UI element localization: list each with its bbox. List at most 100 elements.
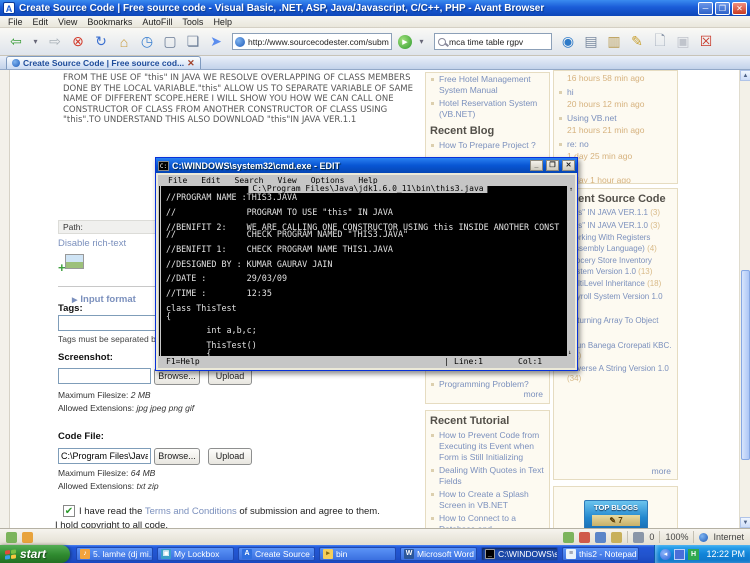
hamachi-tray-icon[interactable]: H (688, 549, 699, 560)
search-input[interactable] (449, 37, 548, 47)
fill-form-icon[interactable]: ▤ (581, 32, 601, 52)
browser-toolbar: ⇦ ▾ ⇨ ⊗ ↻ ⌂ ◷ ▢ ❏ ➤ ▶ ▾ ◉ ▤ ▥ ✎ 🗋 (0, 28, 750, 56)
edit-area[interactable]: C:\Program Files\Java\jdk1.6.0_11\bin\th… (158, 186, 575, 356)
display-tray-icon[interactable] (674, 549, 685, 560)
speed-icon[interactable] (563, 532, 574, 543)
user-icon[interactable] (595, 532, 606, 543)
start-button[interactable]: start (0, 545, 70, 563)
top-blogs-badge[interactable]: TOP BLOGS ✎ 7 (584, 500, 648, 528)
address-bar[interactable] (232, 33, 392, 50)
menu-autofill[interactable]: AutoFill (142, 17, 172, 27)
edit-scrollbar[interactable]: ↑ ↓ (567, 186, 575, 356)
hide-icons-chevron-icon[interactable]: ◂ (660, 549, 671, 560)
codefile-browse-button[interactable]: Browse... (154, 448, 200, 465)
disable-richtext-link[interactable]: Disable rich-text (58, 238, 126, 249)
pointer-icon[interactable]: ➤ (206, 32, 226, 52)
scrollbar-thumb[interactable] (741, 270, 750, 460)
new-document-icon[interactable]: 🗋 (650, 32, 670, 52)
list-item[interactable]: Hotel Reservation System (VB.NET) (426, 97, 549, 121)
clock[interactable]: 12:22 PM (706, 549, 745, 559)
system-tray: ◂ H 12:22 PM (654, 545, 750, 563)
post-title[interactable]: Using VB.net (554, 112, 677, 126)
lock-icon[interactable] (611, 532, 622, 543)
post-title[interactable]: re: no (554, 138, 677, 152)
stop-icon[interactable]: ⊗ (68, 32, 88, 52)
edit-menu-file[interactable]: File (168, 176, 187, 185)
codefile-upload-button[interactable]: Upload (208, 448, 252, 465)
help-hint[interactable]: F1=Help (166, 357, 200, 366)
source-code-text[interactable]: //PROGRAM NAME :THIS3.JAVA // PROGRAM TO… (166, 194, 559, 364)
list-item[interactable]: Dealing With Quotes in Text Fields (426, 464, 549, 488)
list-item[interactable]: How To Prepare Project ? (426, 139, 549, 152)
terms-checkbox[interactable]: ✔ (63, 505, 75, 517)
terms-link[interactable]: Terms and Conditions (145, 506, 237, 517)
menu-edit[interactable]: Edit (33, 17, 49, 27)
side-panel-strip[interactable] (0, 70, 10, 528)
codefile-file-input[interactable] (58, 448, 151, 464)
task-my-lockbox[interactable]: ▣ My Lockbox (157, 547, 234, 561)
back-dropdown-icon[interactable]: ▾ (29, 32, 42, 52)
menu-view[interactable]: View (58, 17, 77, 27)
post-title[interactable]: hi (554, 86, 677, 100)
edit-scroll-up-icon[interactable]: ↑ (569, 186, 573, 193)
more-link[interactable]: more (652, 466, 671, 476)
browser-titlebar[interactable]: A Create Source Code | Free source code … (0, 0, 750, 16)
window-split-icon[interactable]: ❏ (183, 32, 203, 52)
insert-image-icon[interactable]: + (58, 254, 84, 274)
refresh-icon[interactable]: ↻ (91, 32, 111, 52)
close-all-icon[interactable]: ☒ (696, 32, 716, 52)
history-icon[interactable]: ◷ (137, 32, 157, 52)
list-item[interactable]: Free Hotel Management System Manual (426, 73, 549, 97)
task-microsoft-word[interactable]: W Microsoft Word (400, 547, 477, 561)
task-bin-folder[interactable]: ▸ bin (319, 547, 396, 561)
note-icon[interactable]: ▥ (604, 32, 624, 52)
shield-icon[interactable] (579, 532, 590, 543)
list-item[interactable]: How to Create a Splash Screen in VB.NET (426, 488, 549, 512)
tab-create-source-code[interactable]: Create Source Code | Free source cod... … (6, 56, 201, 69)
page-scrollbar[interactable]: ▲ ▼ (739, 70, 750, 528)
scroll-up-icon[interactable]: ▲ (740, 70, 750, 81)
go-dropdown-icon[interactable]: ▾ (415, 32, 428, 52)
alert-icon[interactable] (22, 532, 33, 543)
tab-title: Create Source Code | Free source cod... (23, 58, 184, 68)
translate-icon[interactable]: ◉ (558, 32, 578, 52)
task-avant-browser[interactable]: A Create Source ... (238, 547, 315, 561)
cmd-titlebar[interactable]: C: C:\WINDOWS\system32\cmd.exe - EDIT _ … (156, 158, 577, 173)
popup-blocker-icon[interactable] (633, 532, 644, 543)
forward-icon[interactable]: ⇨ (45, 32, 65, 52)
cmd-minimize-button[interactable]: _ (530, 160, 543, 171)
task-winamp[interactable]: ♪ 5. lamhe (dj mi... (76, 547, 153, 561)
screenshot-file-input[interactable] (58, 368, 151, 384)
window-icon[interactable]: ▢ (160, 32, 180, 52)
tab-close-icon[interactable]: ✕ (187, 58, 195, 69)
windows-flag-icon (5, 549, 16, 559)
close-button[interactable]: ✕ (732, 2, 747, 15)
edit-menu-edit[interactable]: Edit (201, 176, 220, 185)
cmd-window[interactable]: C: C:\WINDOWS\system32\cmd.exe - EDIT _ … (155, 157, 578, 371)
menu-help[interactable]: Help (213, 17, 232, 27)
frame-icon[interactable]: ▣ (673, 32, 693, 52)
menu-bookmarks[interactable]: Bookmarks (87, 17, 132, 27)
menu-tools[interactable]: Tools (182, 17, 203, 27)
edit-scroll-down-icon[interactable]: ↓ (568, 349, 572, 356)
scroll-down-icon[interactable]: ▼ (740, 517, 750, 528)
menu-file[interactable]: File (8, 17, 23, 27)
search-box[interactable] (434, 33, 552, 50)
home-icon[interactable]: ⌂ (114, 32, 134, 52)
minimize-button[interactable]: ─ (698, 2, 713, 15)
highlight-icon[interactable]: ✎ (627, 32, 647, 52)
input-format-label[interactable]: Input format (80, 294, 135, 305)
list-item[interactable]: How to Connect to a Database and (426, 512, 549, 528)
go-button[interactable]: ▶ (398, 35, 412, 49)
task-cmd-active[interactable]: _ C:\WINDOWS\s... (481, 547, 558, 561)
restore-button[interactable]: ❐ (715, 2, 730, 15)
zoom-level[interactable]: 100% (665, 532, 688, 542)
images-toggle-icon[interactable] (6, 532, 17, 543)
cmd-close-button[interactable]: ✕ (562, 160, 575, 171)
more-link[interactable]: more (524, 389, 543, 400)
task-notepad[interactable]: ≡ this2 - Notepad (562, 547, 639, 561)
address-input[interactable] (248, 37, 389, 47)
cmd-maximize-button[interactable]: ❐ (546, 160, 559, 171)
list-item[interactable]: How to Prevent Code from Executing its E… (426, 429, 549, 464)
back-icon[interactable]: ⇦ (6, 32, 26, 52)
